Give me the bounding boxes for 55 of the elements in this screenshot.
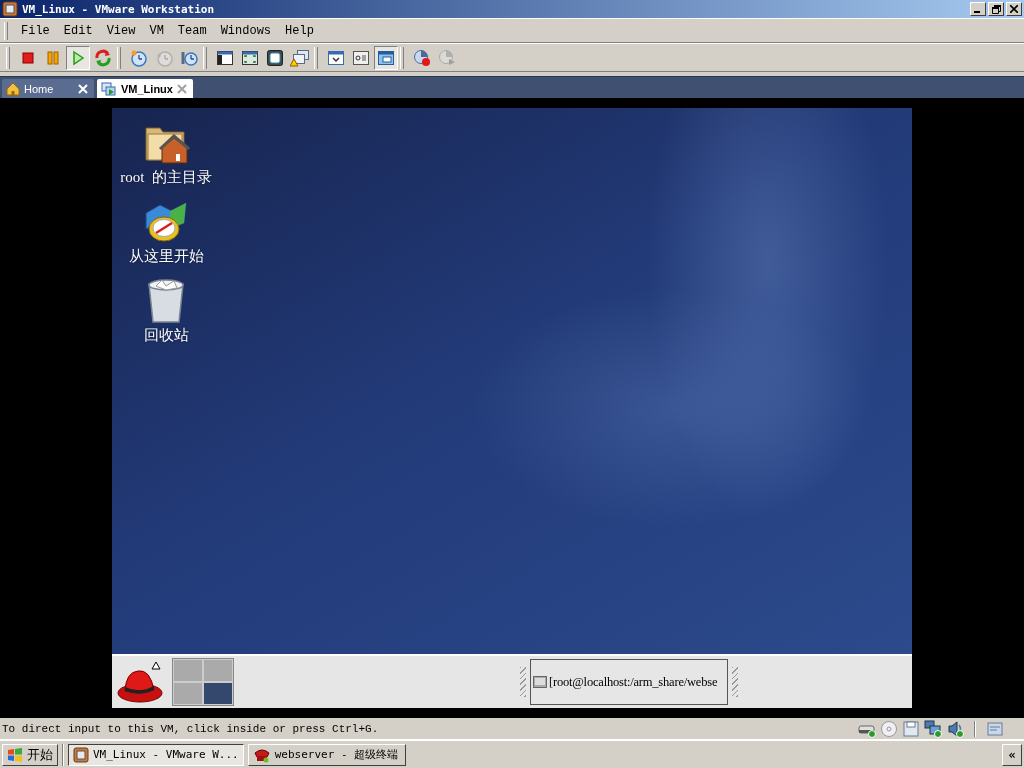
menu-item[interactable]: View <box>99 21 143 40</box>
restore-button[interactable] <box>988 2 1004 16</box>
house-icon <box>6 81 20 96</box>
menu-item[interactable]: Team <box>170 21 214 40</box>
windows-flag-icon <box>7 746 23 763</box>
taskbar-button[interactable]: VM_Linux - VMware W... <box>68 743 244 766</box>
sound-icon[interactable] <box>946 719 964 738</box>
floppy-icon[interactable] <box>902 719 920 738</box>
fedora-hat-icon <box>116 660 166 704</box>
desktop-icon-label[interactable]: 回收站 <box>143 326 189 345</box>
refresh-icon <box>94 48 112 67</box>
settings-icon <box>327 48 345 67</box>
expand-button[interactable]: « <box>1002 743 1022 766</box>
panel-icon <box>352 48 370 67</box>
close-button[interactable] <box>1006 2 1022 16</box>
close-icon <box>78 83 88 94</box>
pie-play-icon <box>438 48 456 67</box>
pause-icon <box>45 49 61 66</box>
menu-item[interactable]: Windows <box>213 21 279 40</box>
pie-record-icon <box>413 48 431 67</box>
tab[interactable]: VM_Linux <box>97 79 193 98</box>
play-icon <box>70 49 86 66</box>
network-icon[interactable] <box>924 719 942 738</box>
grip-handle[interactable] <box>520 667 526 697</box>
close-icon <box>1010 5 1018 13</box>
toolbar-button[interactable] <box>374 45 398 70</box>
taskbar-button[interactable]: webserver - 超级终端 <box>247 743 406 766</box>
task-button[interactable]: [root@localhost:/arm_share/webse <box>530 659 728 705</box>
fullscreen-icon <box>241 48 259 67</box>
app-icon <box>2 1 18 17</box>
screen-icon <box>266 48 284 67</box>
window-icon <box>377 48 395 67</box>
clock-icon <box>155 48 173 67</box>
window-icon <box>216 48 234 67</box>
terminal-icon <box>533 676 547 688</box>
trash-can-icon <box>146 276 186 324</box>
minimize-button[interactable] <box>970 2 986 16</box>
menu-item[interactable]: Help <box>278 21 321 40</box>
start-button[interactable]: 开始 <box>2 743 58 766</box>
menu-item[interactable]: VM <box>142 21 171 40</box>
grip-handle[interactable] <box>732 667 738 697</box>
app-icon <box>73 746 89 763</box>
menu-item[interactable]: Edit <box>56 21 100 40</box>
close-icon <box>176 83 187 94</box>
tab[interactable]: Home <box>2 79 94 98</box>
restore-icon <box>991 4 1001 14</box>
desktop-icon-label[interactable]: 从这里开始 <box>128 247 204 266</box>
windows-warning-icon <box>290 48 310 67</box>
stop-icon <box>20 49 36 66</box>
status-message: To direct input to this VM, click inside or press Ctrl+G. <box>2 722 380 735</box>
desktop-icon-label[interactable]: root 的主目录 <box>120 168 212 187</box>
menu-item[interactable]: File <box>14 21 57 40</box>
window-title: VM_Linux - VMware Workstation <box>22 2 216 16</box>
clock-icon <box>130 48 148 67</box>
vm-icon <box>101 81 117 96</box>
